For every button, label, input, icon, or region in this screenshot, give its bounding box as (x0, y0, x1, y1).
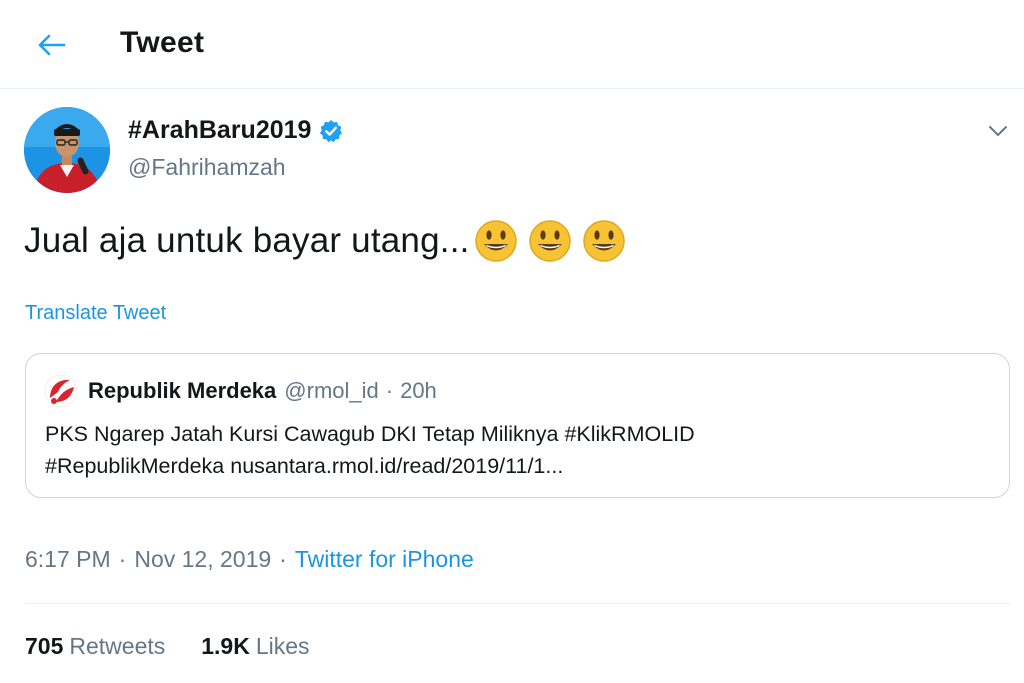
likes-count: 1.9K (201, 633, 250, 659)
divider (25, 603, 1010, 604)
quoted-handle: @rmol_id (284, 378, 379, 403)
retweets-label: Retweets (69, 633, 166, 659)
tweet-stats: 705 Retweets 1.9K Likes (25, 633, 346, 660)
retweets-stat[interactable]: 705 Retweets (25, 633, 165, 660)
arrow-left-icon (38, 34, 66, 56)
quoted-tweet-header: Republik Merdeka @rmol_id · 20h (44, 374, 437, 408)
retweets-count: 705 (25, 633, 64, 659)
author-name-row[interactable]: #ArahBaru2019 (128, 116, 343, 145)
tweet-detail-page: Tweet #ArahBaru2019 @Fahrihamzah Jual aj… (0, 0, 1024, 683)
meta-separator: · (118, 546, 127, 572)
tweet-text: Jual aja untuk bayar utang... (24, 216, 636, 266)
verified-badge-icon (320, 119, 343, 142)
page-header: Tweet (0, 0, 1024, 89)
display-name[interactable]: #ArahBaru2019 (128, 116, 311, 145)
more-options-button[interactable] (984, 117, 1012, 145)
tweet-date[interactable]: Nov 12, 2019 (134, 546, 271, 572)
quoted-text-line-1: PKS Ngarep Jatah Kursi Cawagub DKI Tetap… (45, 422, 695, 446)
avatar-photo (24, 107, 110, 193)
tweet-time[interactable]: 6:17 PM (25, 546, 111, 572)
back-button[interactable] (28, 22, 74, 68)
tweet-source-link[interactable]: Twitter for iPhone (295, 546, 474, 572)
quoted-timestamp: 20h (400, 378, 437, 403)
smiley-emoji-icon (582, 220, 625, 262)
author-handle[interactable]: @Fahrihamzah (128, 154, 286, 181)
emoji-group (474, 219, 636, 263)
avatar[interactable] (24, 107, 110, 193)
quoted-display-name: Republik Merdeka (88, 378, 277, 403)
likes-label: Likes (255, 633, 310, 659)
smiley-emoji-icon (474, 220, 517, 262)
tweet-meta: 6:17 PM · Nov 12, 2019 · Twitter for iPhone (25, 546, 474, 573)
likes-stat[interactable]: 1.9K Likes (201, 633, 309, 660)
rmol-logo-icon (44, 374, 78, 408)
meta-separator: · (279, 546, 287, 572)
page-title: Tweet (120, 26, 205, 59)
quoted-text-line-2: #RepublikMerdeka nusantara.rmol.id/read/… (45, 454, 564, 478)
tweet-text-content: Jual aja untuk bayar utang... (24, 221, 470, 260)
chevron-down-icon (989, 126, 1007, 136)
smiley-emoji-icon (528, 220, 571, 262)
quoted-separator: · (385, 378, 394, 403)
translate-tweet-link[interactable]: Translate Tweet (25, 302, 166, 325)
